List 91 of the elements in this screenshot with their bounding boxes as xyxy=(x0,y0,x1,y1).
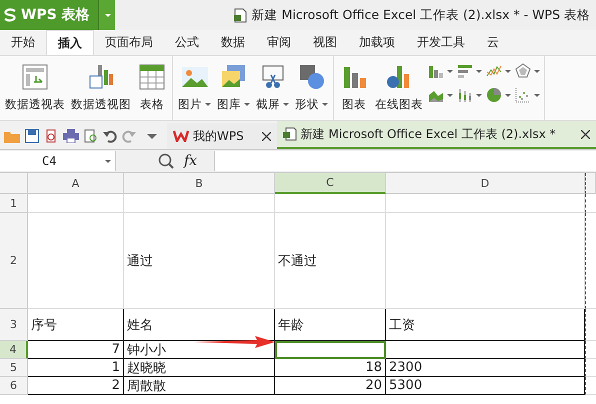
stock-chart-button[interactable] xyxy=(456,86,483,104)
table-icon xyxy=(137,62,167,92)
table-cell: 7 xyxy=(28,341,124,359)
row-header[interactable]: 2 xyxy=(0,213,28,309)
table-cell: 18 xyxy=(275,359,386,377)
scatter-chart-button[interactable] xyxy=(514,86,541,104)
pie-chart-button[interactable] xyxy=(485,86,512,104)
ribbon-button[interactable]: 图表 xyxy=(337,60,371,114)
name-box[interactable]: C4 xyxy=(0,151,116,171)
column-header[interactable]: C xyxy=(275,173,386,194)
caret-icon xyxy=(476,94,482,96)
ribbon-button[interactable]: 图片 xyxy=(176,60,213,114)
ribbon-tab[interactable]: 公式 xyxy=(164,30,210,55)
document-tab[interactable]: 新建 Microsoft Office Excel 工作表 (2).xlsx * xyxy=(276,121,596,149)
caret-icon xyxy=(534,94,540,96)
caret-icon xyxy=(447,70,453,72)
function-button[interactable]: fx xyxy=(184,153,214,169)
caret-icon xyxy=(244,103,250,106)
ribbon-tab[interactable]: 加载项 xyxy=(348,30,406,55)
bar-chart-icon xyxy=(457,63,473,79)
caret-icon xyxy=(105,160,111,162)
ribbon-tab[interactable]: 审阅 xyxy=(256,30,302,55)
row-header[interactable]: 5 xyxy=(0,359,28,377)
table-cell: 通过 xyxy=(124,213,275,309)
caret-icon xyxy=(505,70,511,72)
table-cell: 年龄 xyxy=(275,309,386,341)
caret-icon xyxy=(105,14,112,16)
document-tab[interactable]: 我的WPS xyxy=(167,123,277,149)
table-cell: 1 xyxy=(28,359,124,377)
row-header[interactable]: 6 xyxy=(0,377,28,395)
print-preview-icon[interactable] xyxy=(84,129,98,143)
column-chart-icon xyxy=(428,63,444,79)
document-icon xyxy=(234,8,247,22)
ribbon-button[interactable]: 在线图表 xyxy=(373,60,425,114)
close-icon[interactable] xyxy=(581,130,590,138)
table-cell: 2300 xyxy=(386,359,585,377)
caret-icon xyxy=(447,94,453,96)
row-header[interactable]: 3 xyxy=(0,309,28,341)
pie-chart-icon xyxy=(486,87,502,103)
page-break-line xyxy=(585,359,596,377)
row-header[interactable]: 1 xyxy=(0,194,28,213)
pivot-table-icon xyxy=(20,62,50,92)
logo-icon xyxy=(3,8,17,22)
table-cell: 周散散 xyxy=(124,377,275,395)
ribbon-tab[interactable]: 视图 xyxy=(302,30,348,55)
table-cell: 20 xyxy=(275,377,386,395)
caret-icon xyxy=(534,70,540,72)
ribbon-tab[interactable]: 开始 xyxy=(0,30,46,55)
table-cell: 工资 xyxy=(386,309,585,341)
table-cell: 2 xyxy=(28,377,124,395)
ribbon-tab[interactable]: 开发工具 xyxy=(406,30,476,55)
formula-input[interactable] xyxy=(214,151,596,171)
ribbon-button[interactable]: 表格 xyxy=(135,60,169,114)
close-icon[interactable] xyxy=(262,132,271,140)
undo-icon[interactable] xyxy=(103,129,117,143)
save-icon[interactable] xyxy=(25,129,39,143)
caret-icon xyxy=(476,70,482,72)
magnifier-icon[interactable] xyxy=(158,153,174,169)
radar-chart-icon xyxy=(515,63,531,79)
bar-chart-button[interactable] xyxy=(456,62,483,80)
ribbon-button[interactable]: 数据透视表 xyxy=(3,60,67,114)
table-cell: 不通过 xyxy=(275,213,386,309)
column-header[interactable]: D xyxy=(386,173,585,194)
column-header[interactable]: A xyxy=(28,173,124,194)
scatter-chart-icon xyxy=(515,87,531,103)
caret-icon xyxy=(205,103,211,106)
ribbon-button[interactable]: 截屏 xyxy=(254,60,291,114)
table-cell: 5300 xyxy=(386,377,585,395)
window-title: 新建 Microsoft Office Excel 工作表 (2).xlsx * - WPS 表格 xyxy=(252,6,590,24)
caret-icon xyxy=(322,103,328,106)
caret-icon xyxy=(505,94,511,96)
ribbon-button[interactable]: 形状 xyxy=(293,60,330,114)
ribbon-tab[interactable]: 云 xyxy=(476,30,510,55)
spreadsheet-icon xyxy=(282,127,297,141)
ribbon-tab[interactable]: 插入 xyxy=(46,30,94,55)
page-break-line xyxy=(585,377,596,395)
line-chart-icon xyxy=(486,63,502,79)
radar-chart-button[interactable] xyxy=(514,62,541,80)
table-cell: 赵晓晓 xyxy=(124,359,275,377)
ribbon-button[interactable]: 数据透视图 xyxy=(69,60,133,114)
stock-chart-icon xyxy=(457,87,473,103)
ribbon-tab[interactable]: 数据 xyxy=(210,30,256,55)
caret-icon xyxy=(283,103,289,106)
w-logo-icon xyxy=(173,130,189,142)
table-cell: 序号 xyxy=(28,309,124,341)
print-icon[interactable] xyxy=(63,129,79,143)
app-menu-button[interactable]: WPS 表格 xyxy=(0,0,98,30)
ribbon-button[interactable]: 图库 xyxy=(215,60,252,114)
caret-icon[interactable] xyxy=(147,134,157,138)
ribbon-tab[interactable]: 页面布局 xyxy=(94,30,164,55)
row-header[interactable]: 4 xyxy=(0,341,28,359)
